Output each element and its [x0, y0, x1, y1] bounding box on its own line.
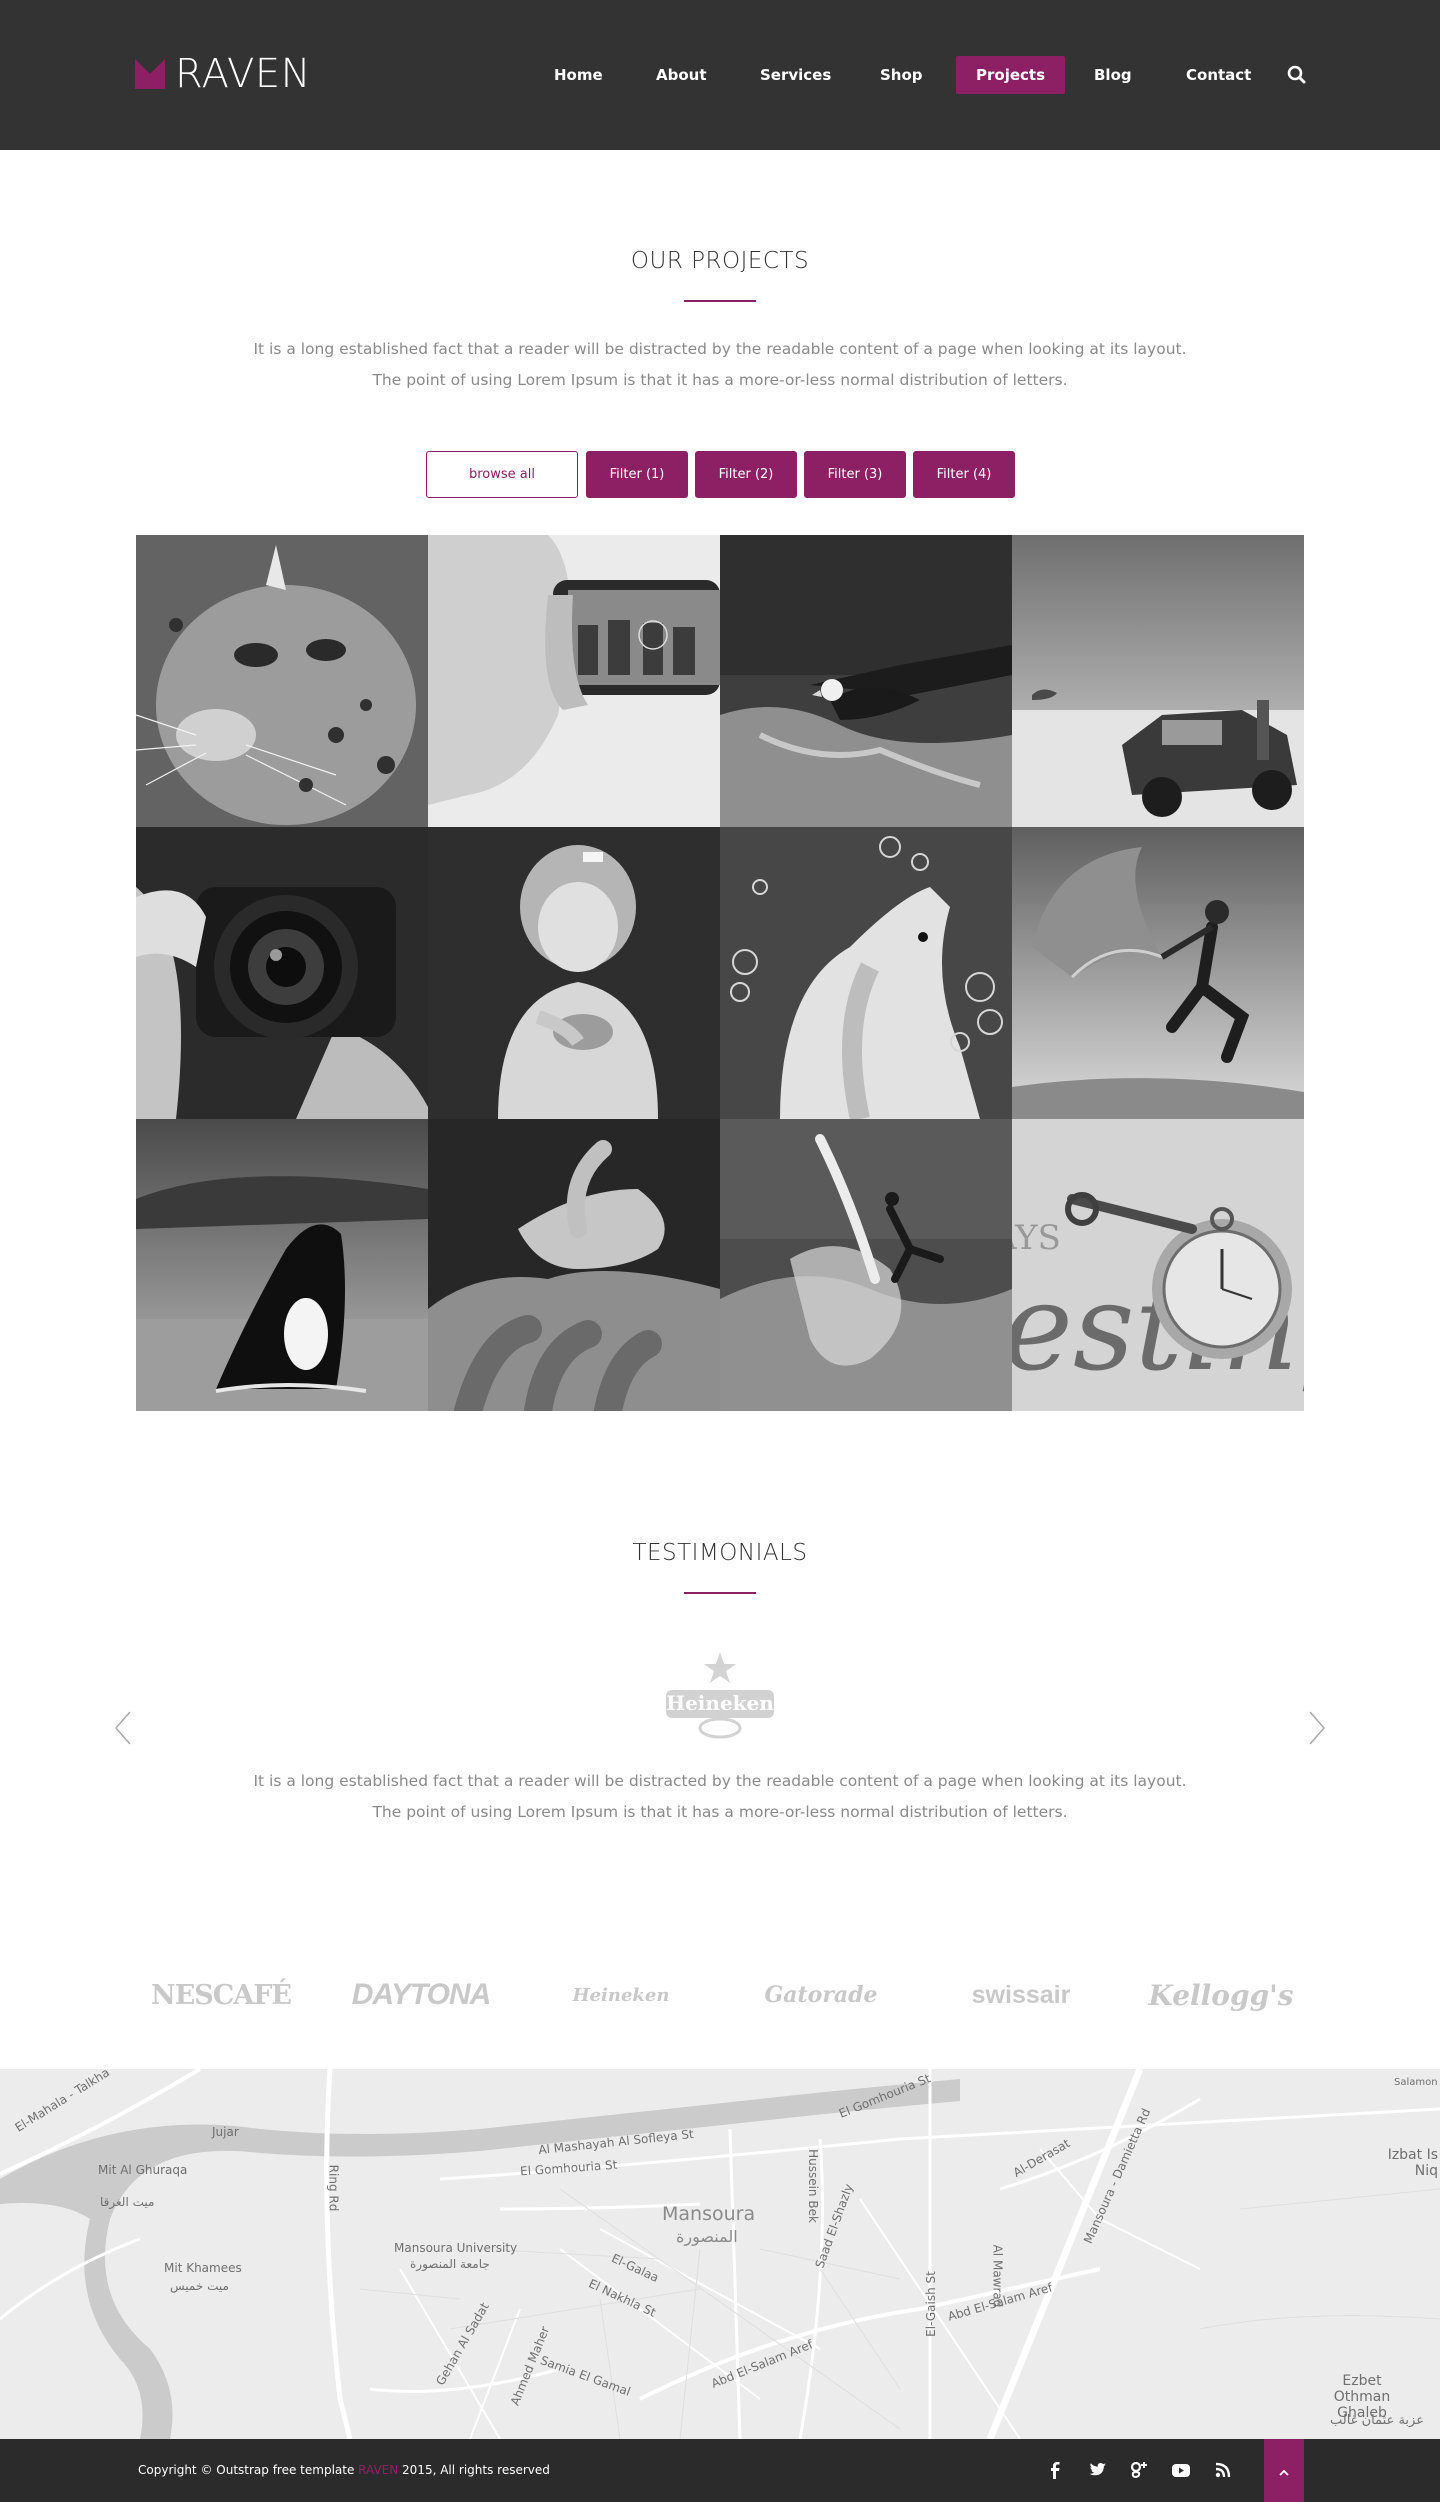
map-label: عزبة عثمان غالب — [1330, 2413, 1424, 2428]
projects-title-divider — [684, 300, 756, 302]
filter-1-button[interactable]: Filter (1) — [586, 451, 688, 498]
location-map[interactable]: El-Mahala - Talkha Jujar Mit Al Ghuraqa … — [0, 2069, 1440, 2439]
project-tile-hands[interactable] — [428, 1119, 720, 1411]
project-tile-surfer[interactable] — [720, 1119, 1012, 1411]
copyright-brand-link[interactable]: RAVEN — [358, 2463, 398, 2477]
nav-home[interactable]: Home — [534, 56, 623, 94]
svg-text:AYS: AYS — [1012, 1218, 1061, 1258]
nav-about[interactable]: About — [636, 56, 727, 94]
site-footer: Copyright © Outstrap free template RAVEN… — [0, 2439, 1440, 2502]
testimonial-quote-line-2: The point of using Lorem Ipsum is that i… — [372, 1803, 1068, 1821]
map-label: Ring Rd — [326, 2164, 341, 2212]
client-logos: NESCAFÉ DAYTONA Heineken Gatorade swissa… — [136, 1955, 1304, 2035]
testimonials-title: TESTIMONIALS — [632, 1540, 808, 1566]
nav-shop[interactable]: Shop — [860, 56, 943, 94]
project-tile-dog-bubbles[interactable] — [720, 827, 1012, 1119]
project-tile-eagle[interactable] — [720, 535, 1012, 827]
project-tile-old-car[interactable] — [1012, 535, 1304, 827]
logo-text: RAVEN — [175, 51, 312, 97]
map-label: Mit Khamees — [164, 2261, 242, 2275]
logo-mark-icon — [135, 59, 165, 89]
project-tile-orca[interactable] — [136, 1119, 428, 1411]
client-logo-kelloggs: Kellogg's — [1148, 1978, 1294, 2012]
youtube-icon[interactable] — [1170, 2459, 1192, 2481]
rss-icon[interactable] — [1212, 2459, 1234, 2481]
projects-title: OUR PROJECTS — [630, 248, 810, 274]
projects-lead-line-2: The point of using Lorem Ipsum is that i… — [372, 371, 1068, 389]
nav-contact[interactable]: Contact — [1166, 56, 1271, 94]
client-logo-gatorade: Gatorade — [764, 1982, 878, 2008]
chevron-up-icon — [1278, 2465, 1290, 2476]
search-icon[interactable] — [1286, 64, 1308, 86]
facebook-icon[interactable] — [1044, 2459, 1066, 2481]
chevron-right-icon[interactable] — [1304, 1708, 1328, 1748]
map-label: Jujar — [212, 2125, 239, 2139]
google-plus-icon[interactable] — [1128, 2459, 1150, 2481]
map-label: ميت خميس — [170, 2279, 229, 2293]
nav-services[interactable]: Services — [740, 56, 851, 94]
map-label: ميت الغرقا — [100, 2195, 155, 2209]
map-label: Mit Al Ghuraqa — [98, 2163, 188, 2177]
map-label: Mansoura University — [394, 2241, 518, 2255]
nav-blog[interactable]: Blog — [1074, 56, 1152, 94]
copyright-suffix: 2015, All rights reserved — [398, 2463, 550, 2477]
map-label: Mansoura — [662, 2203, 756, 2225]
copyright-prefix: Copyright © Outstrap free template — [138, 2463, 359, 2477]
map-label: Hussein Bek — [805, 2149, 820, 2223]
client-logo-swissair: swissair — [971, 1980, 1071, 2009]
project-tile-ocelot[interactable] — [136, 535, 428, 827]
project-tile-dancer[interactable] — [1012, 827, 1304, 1119]
testimonial-quote-line-1: It is a long established fact that a rea… — [253, 1772, 1187, 1790]
projects-lead-line-1: It is a long established fact that a rea… — [253, 340, 1187, 358]
filter-4-button[interactable]: Filter (4) — [913, 451, 1015, 498]
project-gallery: esting AYS — [136, 535, 1304, 1411]
client-logo-heineken: Heineken — [572, 1984, 670, 2006]
heineken-logo: Heineken — [656, 1648, 784, 1744]
project-tile-camera[interactable] — [136, 827, 428, 1119]
filter-bar: browse all Filter (1) Filter (2) Filter … — [0, 451, 1440, 498]
client-logo-daytona: DAYTONA — [351, 1978, 492, 2011]
map-label: El-Gaish St — [923, 2271, 938, 2337]
logo[interactable]: RAVEN — [135, 54, 311, 94]
map-label: Izbat Is Niq — [1387, 2147, 1438, 2179]
map-label: المنصورة — [676, 2227, 738, 2246]
site-header: RAVEN Home About Services Shop Projects … — [0, 0, 1440, 150]
project-tile-pocket-watch[interactable]: esting AYS — [1012, 1119, 1304, 1411]
project-tile-hand-phone[interactable] — [428, 535, 720, 827]
project-tile-little-girl[interactable] — [428, 827, 720, 1119]
filter-2-button[interactable]: Filter (2) — [695, 451, 797, 498]
back-to-top-button[interactable] — [1264, 2439, 1304, 2502]
twitter-icon[interactable] — [1086, 2459, 1108, 2481]
filter-browse-all-button[interactable]: browse all — [426, 451, 578, 498]
filter-3-button[interactable]: Filter (3) — [804, 451, 906, 498]
nav-projects[interactable]: Projects — [956, 56, 1066, 94]
chevron-left-icon[interactable] — [112, 1708, 136, 1748]
testimonials-title-divider — [684, 1592, 756, 1594]
copyright-text: Copyright © Outstrap free template RAVEN… — [138, 2463, 550, 2477]
map-label: Salamon — [1394, 2077, 1438, 2088]
svg-text:Heineken: Heineken — [666, 1691, 774, 1715]
map-label: جامعة المنصورة — [410, 2257, 490, 2271]
client-logo-nescafe: NESCAFÉ — [151, 1979, 292, 2011]
